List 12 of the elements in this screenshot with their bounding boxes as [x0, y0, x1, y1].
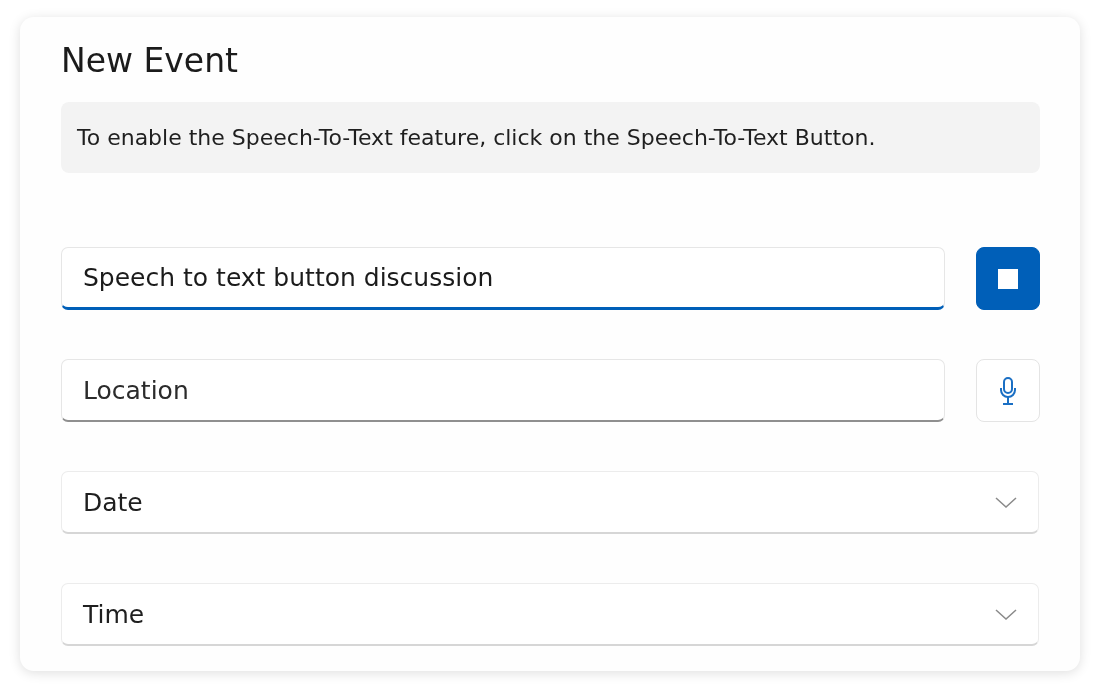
dropdown[interactable]: Date	[61, 471, 1039, 534]
microphone-icon	[999, 376, 1017, 405]
info-text: To enable the Speech-To-Text feature, click on the Speech-To-Text Button.	[77, 125, 876, 150]
stop-button[interactable]	[976, 247, 1040, 310]
text-field[interactable]: Location	[61, 359, 945, 422]
microphone-button[interactable]	[976, 359, 1040, 422]
chevron-down-icon	[995, 496, 1017, 508]
text-field[interactable]: Speech to text button discussion	[61, 247, 945, 310]
chevron-down-icon	[995, 608, 1017, 620]
dropdown[interactable]: Time	[61, 583, 1039, 646]
dialog-title: New Event	[61, 40, 239, 82]
stop-icon	[998, 268, 1018, 289]
